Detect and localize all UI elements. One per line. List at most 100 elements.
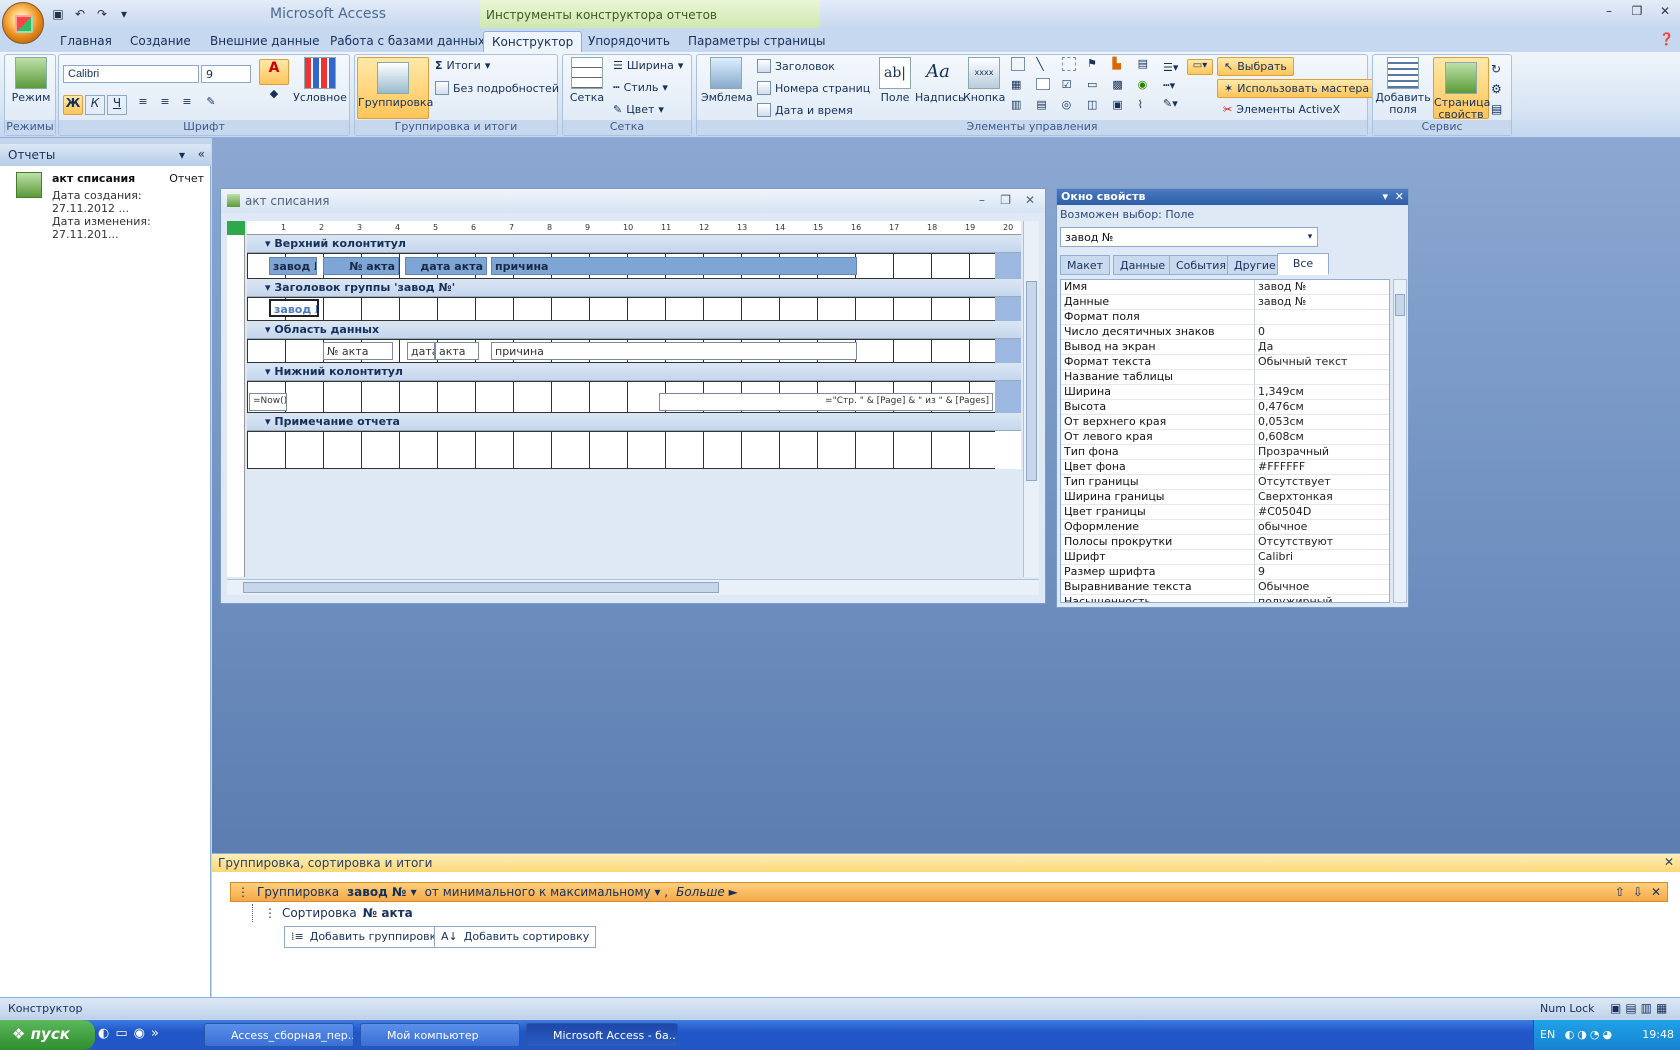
align-right-icon[interactable]: ≡ bbox=[177, 95, 197, 115]
grouping-pane-close-icon[interactable]: ✕ bbox=[1664, 855, 1674, 869]
detail-field-date[interactable]: дата bbox=[407, 342, 435, 360]
property-value[interactable] bbox=[1255, 370, 1389, 384]
property-grid-scrollbar[interactable] bbox=[1393, 279, 1407, 603]
footer-now-field[interactable]: =Now() bbox=[249, 393, 287, 411]
add-group-button[interactable]: ⁞≡ Добавить группировку bbox=[284, 926, 450, 948]
property-row[interactable]: Шрифт Calibri bbox=[1061, 550, 1389, 565]
report-horizontal-scrollbar[interactable] bbox=[227, 579, 1039, 595]
tab-database-tools[interactable]: Работа с базами данных bbox=[322, 31, 493, 52]
property-value[interactable]: Прозрачный bbox=[1255, 445, 1389, 459]
totals-button[interactable]: Σ Итоги ▾ bbox=[435, 59, 490, 72]
property-row[interactable]: Тип фона Прозрачный bbox=[1061, 445, 1389, 460]
start-button[interactable]: ❖ пуск bbox=[0, 1020, 95, 1050]
subreport-icon[interactable]: ▤ bbox=[1491, 99, 1509, 119]
drag-handle-icon[interactable]: ⋮ bbox=[237, 885, 249, 899]
property-scroll-thumb[interactable] bbox=[1395, 294, 1405, 316]
format-painter-icon[interactable]: ✎ bbox=[201, 95, 221, 115]
font-color-button[interactable]: A bbox=[259, 59, 289, 85]
list-box-icon[interactable]: ▥ bbox=[1011, 98, 1034, 117]
tab-external-data[interactable]: Внешние данные bbox=[202, 31, 327, 52]
control-wizard-toggle-icon[interactable]: ▭▾ bbox=[1187, 59, 1213, 75]
option-button-icon[interactable]: ◎ bbox=[1062, 98, 1085, 117]
section-page-footer[interactable]: ▾ Нижний колонтитул bbox=[247, 363, 1021, 381]
group-header-area[interactable] bbox=[247, 297, 995, 321]
footer-pages-field[interactable]: ="Стр. " & [Page] & " из " & [Pages] bbox=[659, 393, 993, 411]
property-value[interactable]: Отсутствуют bbox=[1255, 535, 1389, 549]
property-value[interactable]: 9 bbox=[1255, 565, 1389, 579]
property-value[interactable]: 0,053см bbox=[1255, 415, 1389, 429]
vscroll-thumb[interactable] bbox=[1026, 281, 1037, 481]
property-row[interactable]: Оформление обычное bbox=[1061, 520, 1389, 535]
style-button[interactable]: ┅ Стиль ▾ bbox=[613, 81, 668, 94]
combo-box-icon[interactable]: ▤ bbox=[1036, 98, 1059, 117]
chart-icon[interactable]: ▙ bbox=[1112, 57, 1135, 76]
property-value[interactable]: завод № bbox=[1255, 280, 1389, 294]
hyperlink-icon[interactable]: ⚑ bbox=[1087, 57, 1110, 76]
save-icon[interactable]: ▣ bbox=[50, 6, 66, 22]
rectangle-icon[interactable] bbox=[1036, 77, 1051, 90]
prop-tab-all[interactable]: Все bbox=[1277, 253, 1329, 275]
property-value[interactable]: Сверхтонкая bbox=[1255, 490, 1389, 504]
gridlines-button[interactable]: Сетка bbox=[567, 57, 607, 104]
font-name-combo[interactable]: Calibri bbox=[63, 65, 199, 83]
hide-details-button[interactable]: Без подробностей bbox=[435, 81, 559, 95]
property-value[interactable]: Обычное bbox=[1255, 580, 1389, 594]
property-value[interactable]: 0 bbox=[1255, 325, 1389, 339]
section-detail[interactable]: ▾ Область данных bbox=[247, 321, 1021, 339]
option-group-icon[interactable]: ▦ bbox=[1011, 78, 1034, 97]
taskbar-item-my-computer[interactable]: Мой компьютер bbox=[360, 1023, 520, 1047]
color-button[interactable]: ✎ Цвет ▾ bbox=[613, 103, 664, 116]
tab-control-icon[interactable] bbox=[1011, 57, 1025, 71]
checkbox-icon[interactable]: ☑ bbox=[1062, 78, 1085, 97]
quick-launch-more-icon[interactable]: » bbox=[151, 1026, 165, 1041]
group-level-row[interactable]: ⋮ Группировка завод № ▾ от минимального … bbox=[230, 882, 1668, 902]
field-button[interactable]: ab| Поле bbox=[877, 57, 913, 104]
vertical-ruler[interactable] bbox=[227, 235, 245, 577]
qat-customize-icon[interactable]: ▾ bbox=[116, 6, 132, 22]
report-vertical-scrollbar[interactable] bbox=[1023, 221, 1039, 577]
object-selector-dropdown-icon[interactable]: ▾ bbox=[1303, 229, 1317, 245]
property-value[interactable]: 1,349см bbox=[1255, 385, 1389, 399]
property-value[interactable]: 0,476см bbox=[1255, 400, 1389, 414]
property-row[interactable]: От левого края 0,608см bbox=[1061, 430, 1389, 445]
undo-icon[interactable]: ↶ bbox=[72, 6, 88, 22]
line-color-tool-icon[interactable]: ✎▾ bbox=[1163, 95, 1183, 113]
hscroll-thumb[interactable] bbox=[243, 582, 719, 593]
group-order-select[interactable]: от минимального к максимальному ▾ , bbox=[425, 885, 669, 899]
header-label-plant[interactable]: завод № bbox=[269, 257, 317, 275]
toggle-button-icon[interactable]: ◫ bbox=[1087, 98, 1110, 117]
line-type-icon[interactable]: ┅▾ bbox=[1163, 77, 1183, 95]
grouping-button[interactable]: Группировка bbox=[357, 57, 433, 119]
detail-field-reason[interactable]: причина bbox=[491, 342, 857, 360]
property-value[interactable]: Calibri bbox=[1255, 550, 1389, 564]
sort-drag-handle-icon[interactable]: ⋮ bbox=[264, 906, 276, 920]
move-down-icon[interactable]: ⇩ bbox=[1633, 885, 1643, 899]
property-row[interactable]: Название таблицы bbox=[1061, 370, 1389, 385]
header-label-act-date[interactable]: дата акта bbox=[405, 257, 487, 275]
mode-button[interactable]: Режим bbox=[11, 57, 51, 104]
align-center-icon[interactable]: ≡ bbox=[155, 95, 175, 115]
attachment-clip-icon[interactable]: ⌇ bbox=[1138, 98, 1161, 117]
property-value[interactable]: #FFFFFF bbox=[1255, 460, 1389, 474]
nav-collapse-icon[interactable]: « bbox=[198, 147, 205, 161]
report-maximize-icon[interactable]: ❐ bbox=[1000, 193, 1011, 207]
minimize-icon[interactable]: – bbox=[1598, 4, 1620, 20]
nav-report-item[interactable]: акт списания Отчет Дата создания: 27.11.… bbox=[52, 172, 208, 241]
property-row[interactable]: Размер шрифта 9 bbox=[1061, 565, 1389, 580]
property-row[interactable]: Выравнивание текста Обычное bbox=[1061, 580, 1389, 595]
property-row[interactable]: Формат поля bbox=[1061, 310, 1389, 325]
prop-tab-other[interactable]: Другие bbox=[1227, 255, 1283, 275]
property-value[interactable]: #C0504D bbox=[1255, 505, 1389, 519]
underline-button[interactable]: Ч bbox=[107, 95, 127, 115]
property-value[interactable] bbox=[1255, 310, 1389, 324]
section-group-header[interactable]: ▾ Заголовок группы 'завод №' bbox=[247, 279, 1021, 297]
command-button[interactable]: xxxx Кнопка bbox=[963, 57, 1005, 104]
detail-field-act-no[interactable]: № акта bbox=[323, 342, 393, 360]
line-icon[interactable]: ╲ bbox=[1036, 57, 1059, 76]
tab-design[interactable]: Конструктор bbox=[483, 31, 583, 52]
prop-tab-data[interactable]: Данные bbox=[1113, 255, 1173, 275]
delete-level-icon[interactable]: ✕ bbox=[1651, 885, 1661, 899]
date-time-button[interactable]: Дата и время bbox=[757, 103, 853, 117]
report-footer-area[interactable] bbox=[247, 431, 995, 469]
unbound-frame-icon[interactable]: ▣ bbox=[1112, 98, 1135, 117]
